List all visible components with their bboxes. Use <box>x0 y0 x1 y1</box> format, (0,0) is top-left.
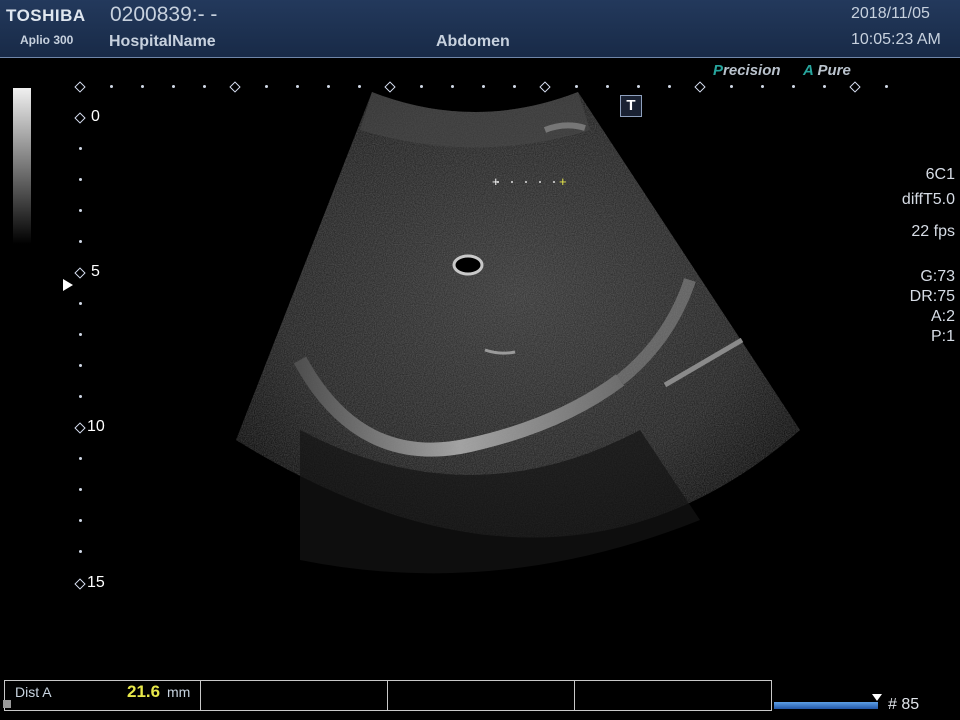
lateral-scale-tick <box>358 85 361 88</box>
depth-scale-major-tick <box>74 422 86 434</box>
exam-type: Abdomen <box>436 33 510 50</box>
lateral-scale-tick <box>110 85 113 88</box>
apure-label: A Pure <box>803 62 851 79</box>
measurement-value: 21.6 <box>127 682 161 701</box>
depth-scale-major-tick <box>74 578 86 590</box>
gain-value: G:73 <box>920 268 955 285</box>
focus-marker-icon[interactable] <box>63 279 73 291</box>
exam-date: 2018/11/05 <box>851 5 930 22</box>
lateral-scale-tick <box>513 85 516 88</box>
ultrasound-image <box>236 92 800 574</box>
cine-progress-bar[interactable] <box>774 702 878 709</box>
lateral-scale-tick <box>203 85 206 88</box>
depth-scale-tick <box>79 209 82 212</box>
measurement-cell-empty[interactable] <box>574 681 770 710</box>
lateral-scale-tick <box>885 85 888 88</box>
lateral-scale-major-tick <box>384 81 396 93</box>
depth-scale-tick <box>79 302 82 305</box>
depth-scale-tick <box>79 147 82 150</box>
lateral-scale-major-tick <box>539 81 551 93</box>
patient-id: 0200839:- - <box>110 3 218 26</box>
dynamic-range-value: DR:75 <box>909 288 955 305</box>
measurement-cell-empty[interactable] <box>200 681 388 710</box>
lateral-scale-tick <box>792 85 795 88</box>
corner-marker <box>3 700 11 708</box>
header-bar: TOSHIBA Aplio 300 0200839:- - HospitalNa… <box>0 0 960 58</box>
depth-label-5: 5 <box>91 263 100 280</box>
depth-scale-tick <box>79 457 82 460</box>
caliper-start-marker[interactable]: + <box>492 175 500 188</box>
frame-rate: 22 fps <box>911 223 955 240</box>
frame-number: # 85 <box>888 696 920 713</box>
lateral-scale-tick <box>668 85 671 88</box>
lateral-scale-tick <box>606 85 609 88</box>
exam-time: 10:05:23 AM <box>851 31 941 48</box>
lateral-scale-tick <box>823 85 826 88</box>
depth-scale-tick <box>79 364 82 367</box>
lateral-scale-tick <box>451 85 454 88</box>
lateral-scale-tick <box>575 85 578 88</box>
depth-scale-tick <box>79 395 82 398</box>
lateral-scale-tick <box>172 85 175 88</box>
measurement-unit: mm <box>167 684 191 700</box>
t-marker-icon[interactable]: T <box>620 95 642 117</box>
probe-name: 6C1 <box>925 166 955 183</box>
grayscale-bar <box>13 88 31 244</box>
depth-scale-tick <box>79 519 82 522</box>
lateral-scale-major-tick <box>849 81 861 93</box>
preset-name: diffT5.0 <box>901 191 955 208</box>
cine-position-marker-icon[interactable] <box>872 694 882 701</box>
depth-label-10: 10 <box>87 418 105 435</box>
a-value: A:2 <box>930 308 955 325</box>
p-value: P:1 <box>930 328 955 345</box>
measurement-cell[interactable]: Dist A 21.6 mm <box>5 681 201 710</box>
lateral-scale-tick <box>761 85 764 88</box>
precision-label: Precision <box>713 62 781 79</box>
lateral-scale-tick <box>482 85 485 88</box>
lateral-scale-tick <box>420 85 423 88</box>
caliper-end-marker[interactable]: + <box>559 175 567 188</box>
lateral-scale-tick <box>730 85 733 88</box>
brand-logo: TOSHIBA <box>6 6 86 25</box>
depth-scale-major-tick <box>74 112 86 124</box>
lateral-scale-major-tick <box>694 81 706 93</box>
lateral-scale-tick <box>141 85 144 88</box>
depth-scale-tick <box>79 178 82 181</box>
lateral-scale-major-tick <box>229 81 241 93</box>
depth-scale-major-tick <box>74 267 86 279</box>
depth-scale-tick <box>79 488 82 491</box>
depth-label-0: 0 <box>91 108 100 125</box>
hospital-name: HospitalName <box>109 33 216 50</box>
depth-scale-tick <box>79 333 82 336</box>
lateral-scale-tick <box>327 85 330 88</box>
depth-scale-tick <box>79 550 82 553</box>
lateral-scale-tick <box>637 85 640 88</box>
lateral-scale-tick <box>265 85 268 88</box>
lateral-scale-tick <box>296 85 299 88</box>
system-model: Aplio 300 <box>20 33 74 47</box>
measurement-label: Dist A <box>15 684 52 700</box>
lateral-scale-major-tick <box>74 81 86 93</box>
depth-scale-tick <box>79 240 82 243</box>
measurement-cell-empty[interactable] <box>387 681 575 710</box>
measurement-table: Dist A 21.6 mm <box>4 680 772 711</box>
depth-label-15: 15 <box>87 574 105 591</box>
